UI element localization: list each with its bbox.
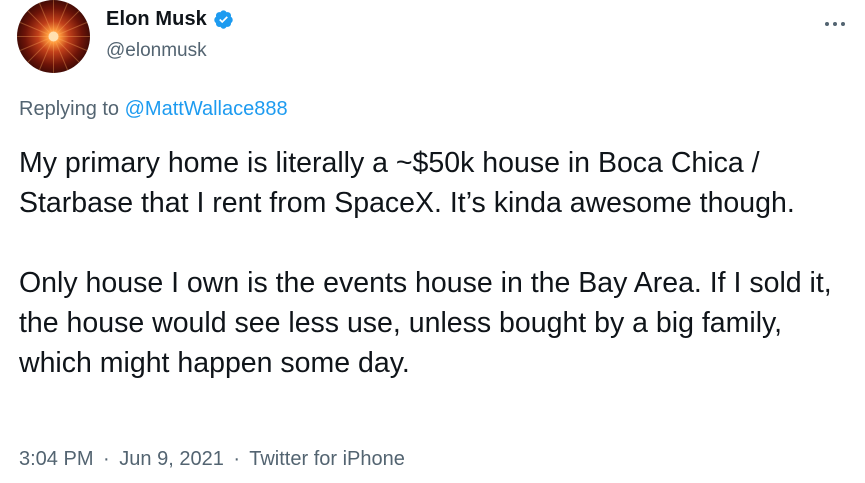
avatar[interactable] [17,0,90,73]
avatar-image [17,0,90,73]
more-options-icon[interactable] [823,12,847,34]
tweet-text: My primary home is literally a ~$50k hou… [19,143,859,383]
tweet-metadata: 3:04 PM · Jun 9, 2021 · Twitter for iPho… [19,448,405,471]
reply-target-link[interactable]: @MattWallace888 [125,98,288,120]
tweet-time[interactable]: 3:04 PM [19,448,93,470]
meta-separator-2: · [233,448,241,470]
author-display-name[interactable]: Elon Musk [106,8,207,31]
verified-badge-icon [214,10,233,29]
tweet-paragraph-2: Only house I own is the events house in … [19,267,832,379]
tweet-date[interactable]: Jun 9, 2021 [119,448,224,470]
author-handle[interactable]: @elonmusk [106,40,207,62]
tweet-source[interactable]: Twitter for iPhone [249,448,405,470]
tweet-paragraph-1: My primary home is literally a ~$50k hou… [19,147,795,219]
tweet-card: Elon Musk @elonmusk Replying to @MattWal… [0,0,865,483]
meta-separator: · [103,448,110,470]
author-name-row: Elon Musk [106,8,234,31]
replying-prefix: Replying to [19,98,120,120]
replying-to-line: Replying to @MattWallace888 [19,98,288,121]
